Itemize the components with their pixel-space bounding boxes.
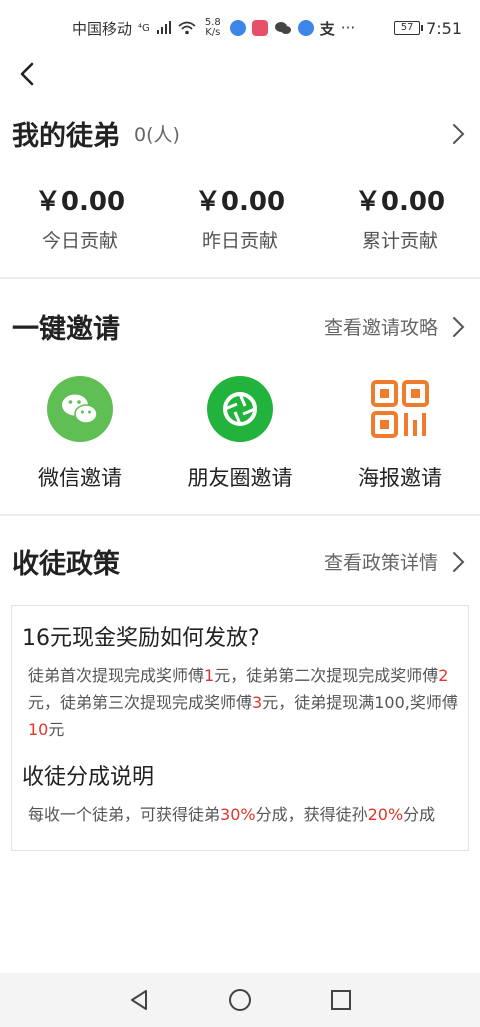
apprentices-title: 我的徒弟 — [12, 121, 120, 152]
invite-label: 朋友圈邀请 — [187, 466, 293, 490]
app-notification-icon — [297, 20, 314, 36]
app-notification-icon — [229, 20, 246, 36]
invite-title: 一键邀请 — [12, 314, 120, 345]
nav-back-icon[interactable] — [126, 987, 152, 1013]
invite-label: 海报邀请 — [358, 466, 442, 490]
chevron-right-icon[interactable] — [448, 122, 468, 146]
stat-yesterday: ￥0.00 昨日贡献 — [160, 181, 320, 253]
stat-label: 昨日贡献 — [201, 230, 278, 252]
app-notification-icon — [251, 20, 268, 36]
stat-value: ￥0.00 — [194, 187, 286, 217]
apprentices-section: 我的徒弟 0(人) ￥0.00 今日贡献 ￥0.00 昨日贡献 ￥0.00 累计… — [0, 96, 480, 253]
chevron-right-icon — [453, 316, 465, 337]
network-speed: 5.8 K/s — [204, 17, 221, 38]
apprentices-header[interactable]: 我的徒弟 0(人) — [0, 114, 480, 153]
reward-question: 16元现金奖励如何发放? — [22, 626, 260, 651]
moments-icon — [207, 376, 273, 442]
invite-label: 微信邀请 — [38, 466, 122, 490]
carrier-name: 中国移动 — [72, 19, 133, 38]
contribution-stats: ￥0.00 今日贡献 ￥0.00 昨日贡献 ￥0.00 累计贡献 — [0, 153, 480, 253]
wechat-invite-button[interactable]: 微信邀请 — [0, 376, 160, 492]
more-notifications: ··· — [340, 19, 356, 37]
status-bar: 中国移动 ⁴G 5.8 K/s 支 ··· 57 7:51 — [0, 0, 480, 56]
qrcode-icon — [367, 376, 433, 442]
back-arrow-icon[interactable] — [14, 60, 42, 88]
wechat-notification-icon — [274, 22, 291, 34]
invite-guide-link[interactable]: 查看邀请攻略 — [324, 313, 468, 340]
policy-card: 16元现金奖励如何发放? 徒弟首次提现完成奖师傅1元，徒弟第二次提现完成奖师傅2… — [11, 605, 469, 851]
stat-label: 今日贡献 — [41, 230, 118, 252]
stat-total: ￥0.00 累计贡献 — [320, 181, 480, 253]
nav-recents-icon[interactable] — [328, 987, 354, 1013]
poster-invite-button[interactable]: 海报邀请 — [320, 376, 480, 492]
moments-invite-button[interactable]: 朋友圈邀请 — [160, 376, 320, 492]
share-description: 每收一个徒弟，可获得徒弟30%分成，获得徒孙20%分成 — [28, 805, 436, 824]
stat-label: 累计贡献 — [361, 230, 438, 252]
share-heading: 收徒分成说明 — [22, 765, 155, 790]
chevron-right-icon — [453, 551, 465, 572]
stat-value: ￥0.00 — [354, 187, 446, 217]
alipay-notification-icon: 支 — [319, 19, 335, 38]
stat-value: ￥0.00 — [34, 187, 126, 217]
system-nav-bar — [0, 973, 480, 1027]
reward-description: 徒弟首次提现完成奖师傅1元，徒弟第二次提现完成奖师傅2元，徒弟第三次提现完成奖师… — [28, 666, 458, 739]
nav-home-icon[interactable] — [227, 987, 253, 1013]
wifi-icon — [178, 21, 196, 35]
policy-title: 收徒政策 — [12, 549, 120, 580]
clock: 7:51 — [426, 18, 462, 38]
policy-detail-link[interactable]: 查看政策详情 — [324, 548, 468, 575]
invite-section: 一键邀请 查看邀请攻略 微信邀请 朋友圈邀请 海报邀请 — [0, 279, 480, 492]
wechat-icon — [47, 376, 113, 442]
top-bar — [0, 56, 480, 96]
network-type: ⁴G — [138, 22, 150, 34]
stat-today: ￥0.00 今日贡献 — [0, 181, 160, 253]
battery-icon: 57 — [394, 21, 424, 35]
invite-options: 微信邀请 朋友圈邀请 海报邀请 — [0, 346, 480, 492]
apprentices-count: 0(人) — [134, 124, 180, 146]
policy-section: 收徒政策 查看政策详情 16元现金奖励如何发放? 徒弟首次提现完成奖师傅1元，徒… — [0, 516, 480, 851]
signal-icon — [156, 21, 171, 34]
